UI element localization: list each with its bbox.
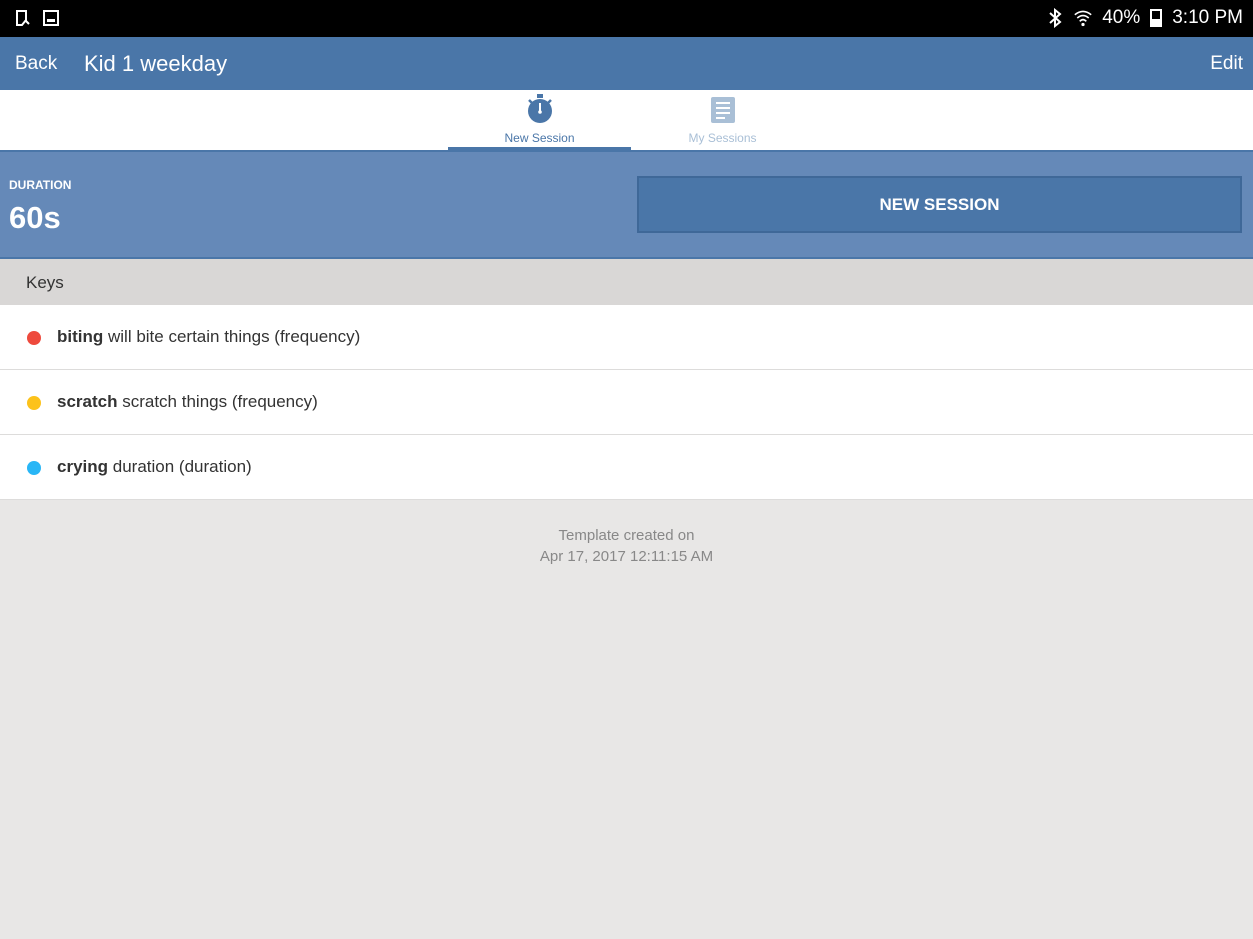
template-created-info: Template created on Apr 17, 2017 12:11:1… [0,525,1253,567]
tab-my-sessions-label: My Sessions [688,131,757,145]
stopwatch-icon [448,94,631,129]
duration-label: DURATION [9,178,72,192]
key-item-scratch[interactable]: scratch scratch things (frequency) [0,370,1253,435]
wifi-icon [1074,8,1092,28]
key-item-biting[interactable]: biting will bite certain things (frequen… [0,305,1253,370]
bluetooth-icon [1046,8,1064,28]
tab-new-session[interactable]: New Session [448,90,631,150]
image-icon [42,8,60,28]
battery-icon [1150,9,1163,27]
back-button[interactable]: Back [15,53,57,75]
key-color-dot [27,461,41,475]
keys-section-header: Keys [0,259,1253,305]
key-name: biting [57,327,104,346]
tab-new-session-label: New Session [504,131,575,145]
page-title: Kid 1 weekday [84,51,228,76]
duration-panel: DURATION 60s NEW SESSION [0,150,1253,259]
template-created-label: Template created on [558,527,695,544]
key-text: scratch scratch things (frequency) [57,392,318,412]
keys-header-label: Keys [26,273,64,292]
tab-my-sessions[interactable]: My Sessions [631,90,814,150]
key-description: will bite certain things (frequency) [108,327,361,346]
key-text: crying duration (duration) [57,457,252,477]
key-text: biting will bite certain things (frequen… [57,327,360,347]
clipboard-icon [14,8,32,28]
keys-list: biting will bite certain things (frequen… [0,305,1253,500]
key-description: scratch things (frequency) [122,392,318,411]
template-created-date: Apr 17, 2017 12:11:15 AM [539,548,714,565]
key-color-dot [27,331,41,345]
app-bar: Back Kid 1 weekday Edit [0,37,1253,90]
new-session-button[interactable]: NEW SESSION [637,176,1242,233]
edit-button[interactable]: Edit [1210,53,1243,75]
status-bar: 40% 3:10 PM [0,0,1253,37]
clock: 3:10 PM [1172,7,1243,28]
key-name: crying [57,457,109,476]
battery-percent: 40% [1102,7,1141,28]
tab-bar: New Session My Sessions [0,90,1253,150]
key-color-dot [27,396,41,410]
key-description: duration (duration) [112,457,252,476]
key-item-crying[interactable]: crying duration (duration) [0,435,1253,500]
duration-value: 60s [9,200,61,235]
key-name: scratch [57,392,118,411]
list-document-icon [631,94,814,129]
